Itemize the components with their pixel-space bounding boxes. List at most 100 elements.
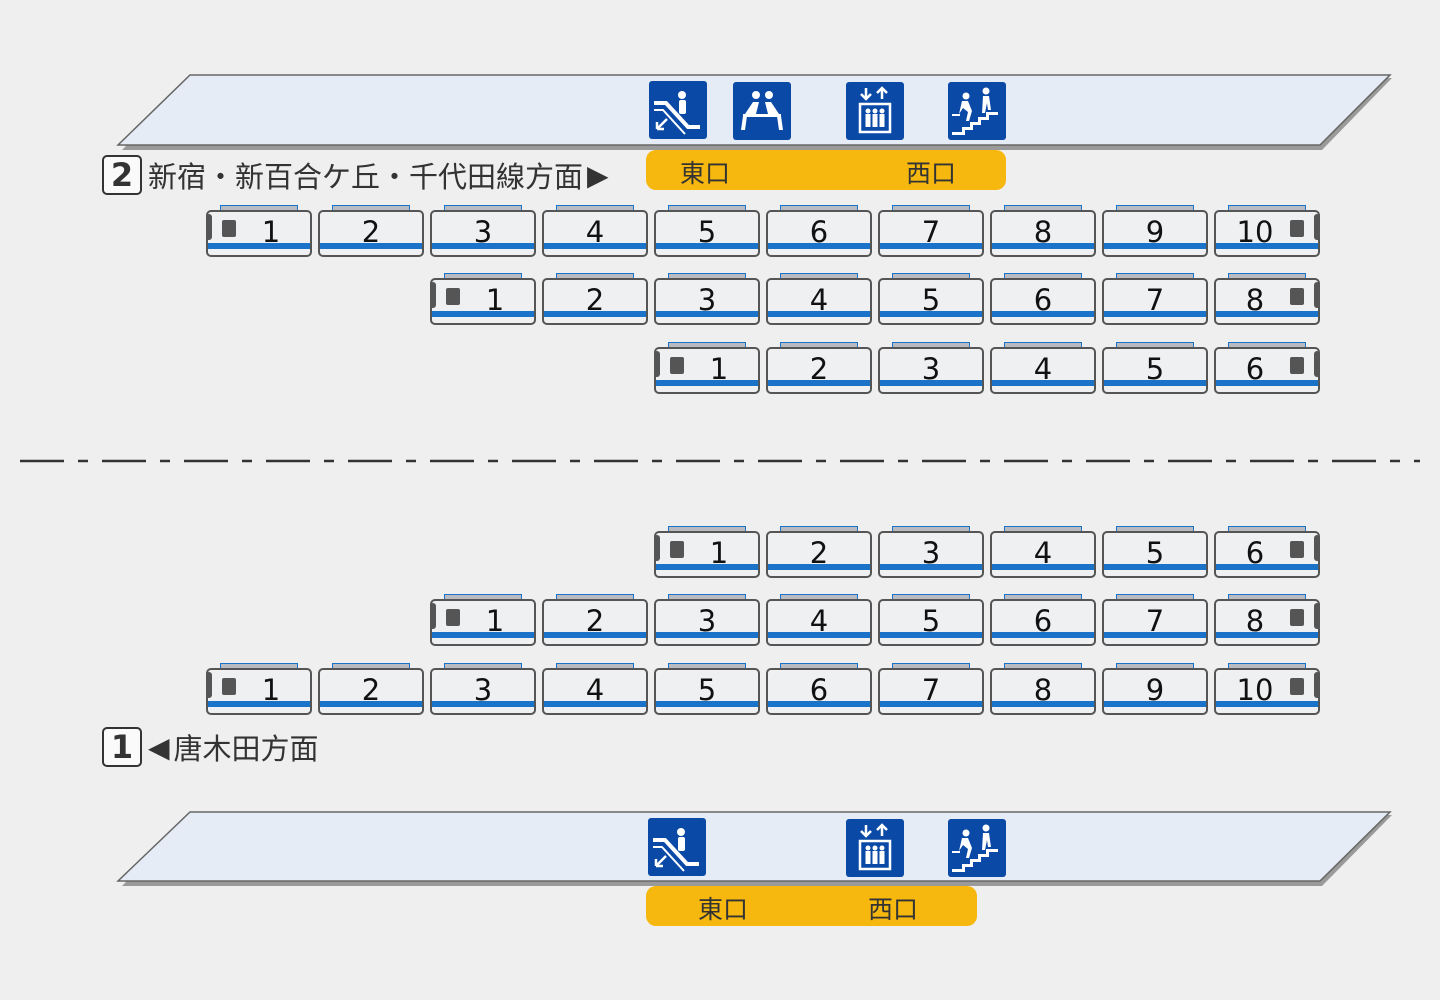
car-body: 9	[1102, 668, 1208, 715]
car-number: 1	[485, 604, 505, 638]
car-5: 5	[654, 205, 760, 257]
car-8: 8	[990, 663, 1096, 715]
car-1: 1	[206, 205, 312, 257]
car-number: 6	[1245, 536, 1265, 570]
car-number: 8	[1033, 215, 1053, 249]
elevator-icon	[846, 82, 904, 140]
car-body: 2	[542, 599, 648, 646]
car-8: 8	[1214, 273, 1320, 325]
car-body: 5	[654, 668, 760, 715]
car-number: 5	[697, 673, 717, 707]
car-body: 3	[430, 668, 536, 715]
stairs-icon	[948, 819, 1006, 877]
car-3: 3	[654, 273, 760, 325]
car-body: 4	[766, 278, 872, 325]
car-body: 10	[1214, 210, 1320, 257]
exit-west-label: 西口	[868, 895, 919, 924]
car-body: 5	[878, 278, 984, 325]
car-body: 2	[766, 531, 872, 578]
car-number: 3	[921, 536, 941, 570]
platform-bottom	[116, 811, 1392, 882]
track1-number: 1	[102, 727, 142, 767]
escalator-icon	[648, 818, 706, 876]
car-2: 2	[318, 205, 424, 257]
car-body: 2	[766, 347, 872, 394]
car-4: 4	[766, 273, 872, 325]
car-number: 5	[1145, 352, 1165, 386]
car-number: 9	[1145, 215, 1165, 249]
car-body: 1	[430, 599, 536, 646]
exit-west-label: 西口	[906, 159, 957, 188]
car-body: 5	[1102, 347, 1208, 394]
car-body: 6	[766, 668, 872, 715]
car-3: 3	[878, 526, 984, 578]
car-1: 1	[654, 342, 760, 394]
car-body: 4	[990, 347, 1096, 394]
car-5: 5	[654, 663, 760, 715]
car-6: 6	[1214, 342, 1320, 394]
car-number: 6	[1245, 352, 1265, 386]
car-number: 8	[1245, 283, 1265, 317]
car-number: 6	[1033, 283, 1053, 317]
car-5: 5	[1102, 526, 1208, 578]
car-number: 5	[1145, 536, 1165, 570]
car-number: 4	[809, 283, 829, 317]
car-body: 2	[318, 668, 424, 715]
car-4: 4	[766, 594, 872, 646]
car-7: 7	[1102, 594, 1208, 646]
car-body: 1	[206, 210, 312, 257]
elevator-icon	[846, 819, 904, 877]
car-body: 8	[990, 668, 1096, 715]
car-1: 1	[206, 663, 312, 715]
car-number: 5	[921, 604, 941, 638]
track2-direction-label: 2 新宿・新百合ケ丘・千代田線方面 ▶	[102, 154, 609, 196]
car-body: 3	[654, 278, 760, 325]
exit-bar-top: 東口 西口	[646, 150, 1006, 190]
car-2: 2	[766, 342, 872, 394]
car-number: 6	[1033, 604, 1053, 638]
car-number: 1	[709, 536, 729, 570]
car-number: 7	[921, 673, 941, 707]
car-body: 6	[766, 210, 872, 257]
escalator-icon	[649, 81, 707, 139]
car-body: 1	[654, 531, 760, 578]
car-7: 7	[878, 205, 984, 257]
car-4: 4	[990, 342, 1096, 394]
car-body: 2	[542, 278, 648, 325]
car-number: 6	[809, 215, 829, 249]
car-number: 1	[485, 283, 505, 317]
car-2: 2	[766, 526, 872, 578]
car-number: 1	[261, 673, 281, 707]
car-body: 2	[318, 210, 424, 257]
car-number: 10	[1236, 673, 1274, 707]
car-2: 2	[542, 594, 648, 646]
car-2: 2	[542, 273, 648, 325]
car-number: 7	[921, 215, 941, 249]
car-10: 10	[1214, 205, 1320, 257]
car-body: 3	[430, 210, 536, 257]
track1-direction: 唐木田方面	[173, 732, 319, 766]
car-body: 1	[206, 668, 312, 715]
car-body: 9	[1102, 210, 1208, 257]
platform-bottom-shadow	[122, 815, 1392, 886]
car-number: 2	[585, 604, 605, 638]
car-number: 3	[921, 352, 941, 386]
car-number: 2	[809, 352, 829, 386]
car-body: 1	[430, 278, 536, 325]
car-body: 3	[654, 599, 760, 646]
car-body: 3	[878, 531, 984, 578]
car-10: 10	[1214, 663, 1320, 715]
car-4: 4	[542, 205, 648, 257]
car-body: 8	[1214, 278, 1320, 325]
car-body: 5	[1102, 531, 1208, 578]
car-8: 8	[1214, 594, 1320, 646]
car-1: 1	[654, 526, 760, 578]
car-number: 7	[1145, 604, 1165, 638]
car-number: 3	[697, 283, 717, 317]
car-body: 7	[1102, 278, 1208, 325]
car-9: 9	[1102, 663, 1208, 715]
car-6: 6	[1214, 526, 1320, 578]
car-number: 7	[1145, 283, 1165, 317]
car-body: 5	[878, 599, 984, 646]
car-3: 3	[654, 594, 760, 646]
